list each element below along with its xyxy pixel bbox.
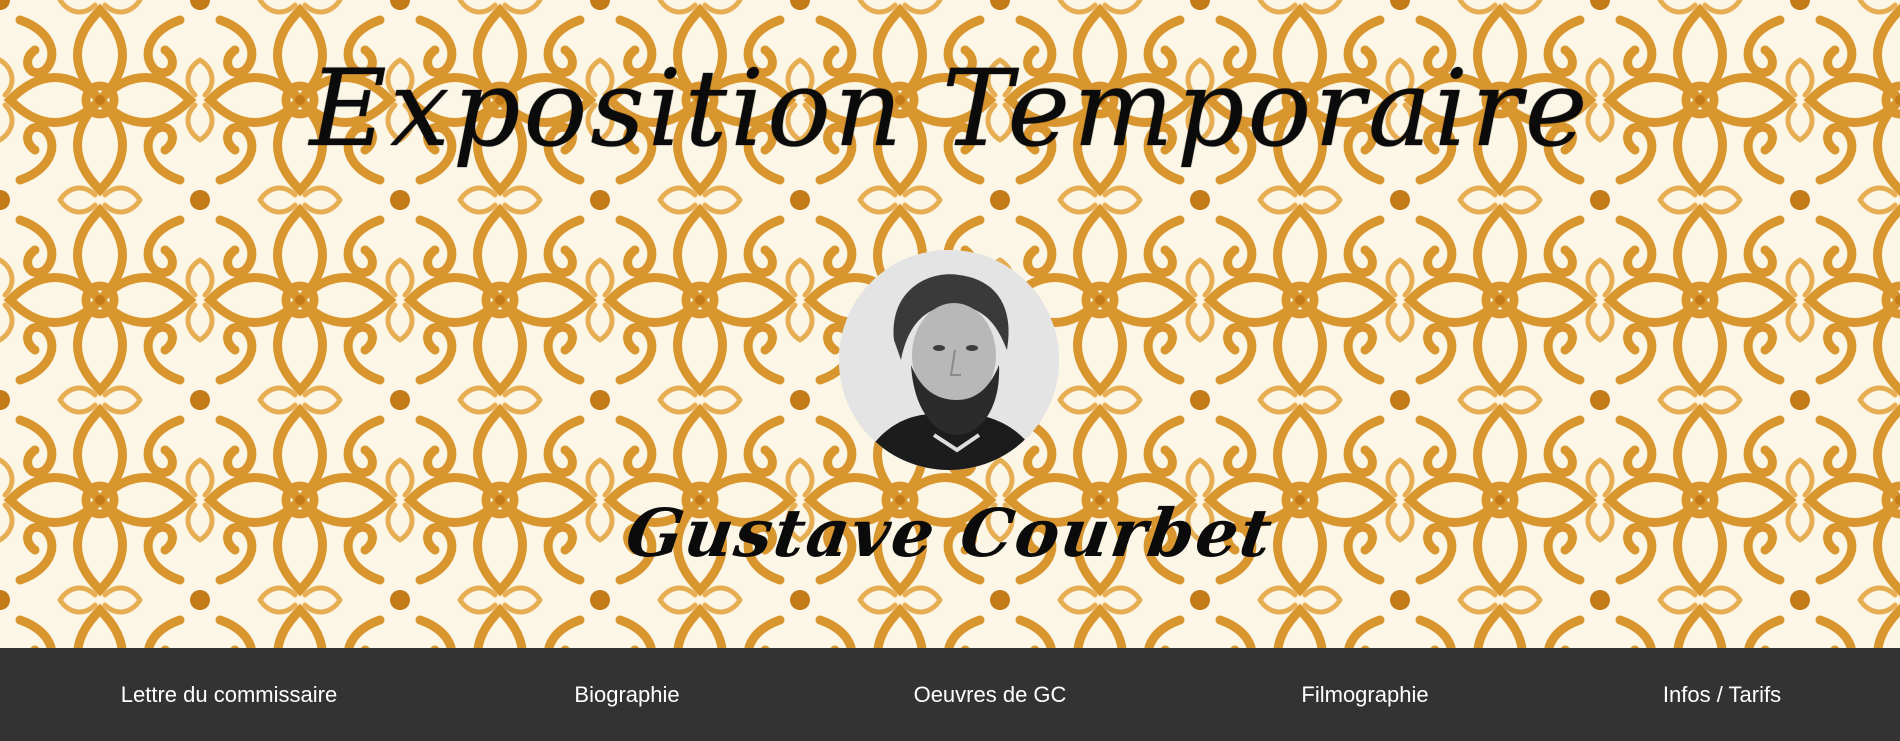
nav-item-lettre-du-commissaire[interactable]: Lettre du commissaire: [64, 648, 394, 741]
nav-item-biographie[interactable]: Biographie: [462, 648, 792, 741]
nav-item-infos-tarifs[interactable]: Infos / Tarifs: [1557, 648, 1887, 741]
artist-name: Gustave Courbet: [621, 494, 1279, 572]
main-navigation: Lettre du commissaire Biographie Oeuvres…: [0, 648, 1900, 741]
nav-item-oeuvres[interactable]: Oeuvres de GC: [825, 648, 1155, 741]
exhibition-title: Exposition Temporaire: [309, 47, 1591, 170]
portrait-photo-icon: [839, 250, 1059, 470]
artist-portrait: [839, 250, 1059, 470]
hero-banner: Exposition Temporaire Gustave Courbet: [0, 0, 1900, 648]
nav-item-filmographie[interactable]: Filmographie: [1200, 648, 1530, 741]
